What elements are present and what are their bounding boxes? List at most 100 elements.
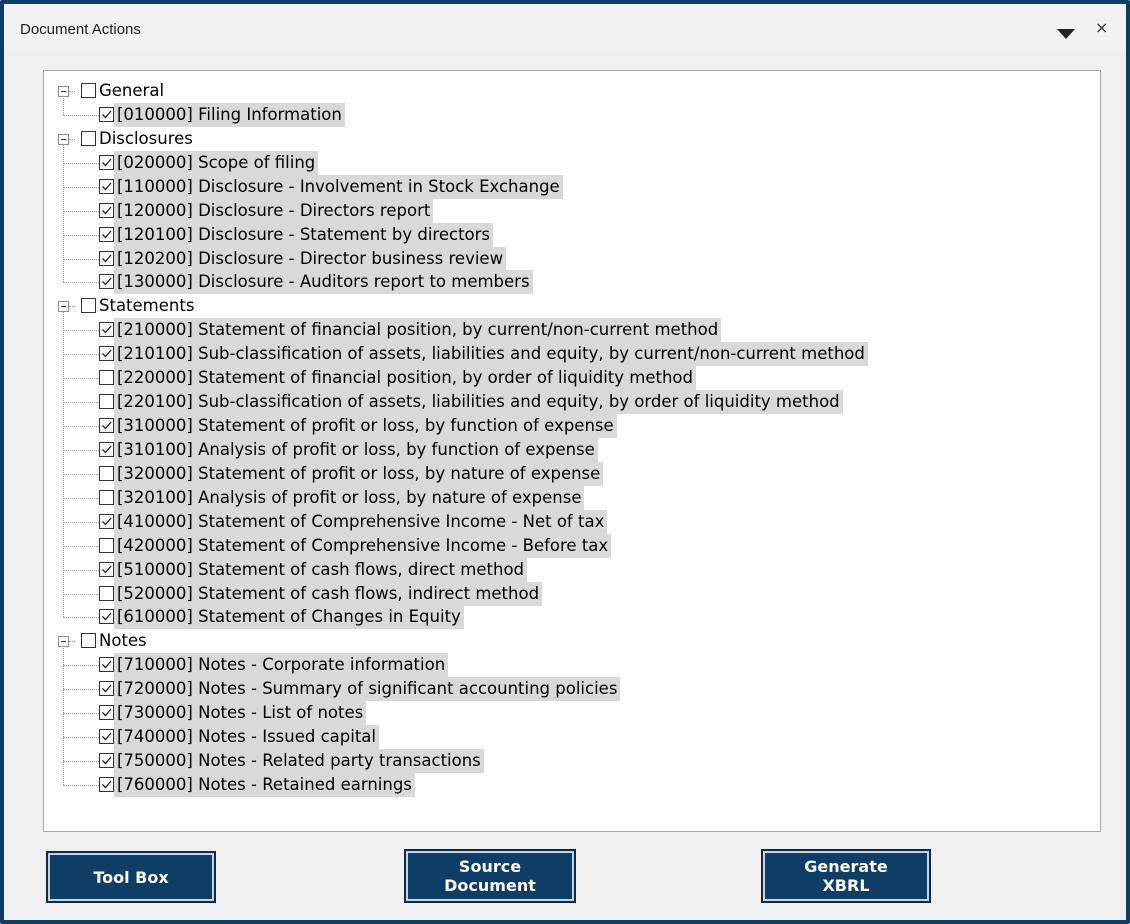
generate-xbrl-button[interactable]: Generate XBRL (761, 849, 931, 903)
group-checkbox[interactable] (81, 633, 96, 649)
tree-connector (63, 210, 99, 212)
tree-connector (63, 449, 99, 451)
document-actions-pane: Document Actions × General [010000] Filin… (0, 0, 1130, 924)
item-label[interactable]: [220000] Statement of financial position… (114, 366, 697, 391)
group-label[interactable]: General (96, 79, 167, 103)
item-checkbox[interactable] (99, 489, 114, 505)
tree-item: [310100] Analysis of profit or loss, by … (44, 437, 1100, 462)
checkmark-icon (102, 158, 112, 167)
item-label[interactable]: [760000] Notes - Retained earnings (114, 772, 415, 797)
checkmark-icon (102, 254, 112, 262)
group-label[interactable]: Disclosures (96, 127, 196, 151)
item-label[interactable]: [130000] Disclosure - Auditors report to… (114, 270, 533, 295)
item-label[interactable]: [410000] Statement of Comprehensive Inco… (114, 509, 608, 534)
title-bar: Document Actions × (4, 4, 1126, 50)
item-label[interactable]: [750000] Notes - Related party transacti… (114, 749, 484, 774)
tree-connector (63, 402, 99, 404)
item-checkbox[interactable] (99, 274, 114, 290)
group-checkbox[interactable] (81, 298, 96, 314)
item-checkbox[interactable] (99, 394, 114, 410)
item-label[interactable]: [120100] Disclosure - Statement by direc… (114, 222, 494, 247)
item-label[interactable]: [120200] Disclosure - Director business … (114, 246, 507, 271)
item-label[interactable]: [210100] Sub-classification of assets, l… (114, 342, 868, 367)
item-checkbox[interactable] (99, 154, 114, 170)
item-checkbox[interactable] (99, 513, 114, 529)
tree-item: [220100] Sub-classification of assets, l… (44, 390, 1100, 415)
close-icon[interactable]: × (1095, 18, 1108, 38)
item-checkbox[interactable] (99, 681, 114, 697)
item-label[interactable]: [320100] Analysis of profit or loss, by … (114, 485, 585, 510)
item-label[interactable]: [610000] Statement of Changes in Equity (114, 605, 464, 630)
tree-item: [010000] Filing Information (44, 102, 1100, 127)
item-label[interactable]: [310100] Analysis of profit or loss, by … (114, 437, 598, 462)
item-label[interactable]: [510000] Statement of cash flows, direct… (114, 557, 528, 582)
item-checkbox[interactable] (99, 537, 114, 553)
item-label[interactable]: [210000] Statement of financial position… (114, 318, 722, 343)
item-checkbox[interactable] (99, 441, 114, 457)
item-label[interactable]: [720000] Notes - Summary of significant … (114, 677, 621, 702)
group-label[interactable]: Statements (96, 294, 197, 318)
item-label[interactable]: [220100] Sub-classification of assets, l… (114, 390, 843, 415)
checkmark-icon (102, 780, 112, 789)
item-checkbox[interactable] (99, 418, 114, 434)
tree-item: [610000] Statement of Changes in Equity (44, 605, 1100, 630)
item-label[interactable]: [310000] Statement of profit or loss, by… (114, 414, 617, 439)
item-checkbox[interactable] (99, 178, 114, 194)
item-checkbox[interactable] (99, 753, 114, 769)
checkmark-icon (102, 230, 112, 239)
toolbox-button-label: Tool Box (93, 867, 169, 887)
tree-connector (63, 521, 99, 523)
tree-item: [760000] Notes - Retained earnings (44, 772, 1100, 797)
item-label[interactable]: [710000] Notes - Corporate information (114, 653, 449, 678)
item-label[interactable]: [020000] Scope of filing (114, 150, 319, 175)
item-checkbox[interactable] (99, 465, 114, 481)
item-checkbox[interactable] (99, 609, 114, 625)
item-checkbox[interactable] (99, 370, 114, 386)
dropdown-triangle-icon[interactable] (1057, 29, 1075, 39)
item-label[interactable]: [520000] Statement of cash flows, indire… (114, 581, 543, 606)
toolbox-button[interactable]: Tool Box (46, 851, 216, 903)
source-document-button-label: Source Document (444, 857, 536, 895)
item-label[interactable]: [740000] Notes - Issued capital (114, 725, 379, 750)
tree-item: [730000] Notes - List of notes (44, 701, 1100, 726)
item-checkbox[interactable] (99, 561, 114, 577)
tree-connector (63, 593, 99, 595)
source-document-button[interactable]: Source Document (404, 849, 576, 903)
tree-connector (63, 354, 99, 356)
group-checkbox[interactable] (81, 83, 96, 98)
tree-item: [020000] Scope of filing (44, 150, 1100, 175)
tree-item: [120000] Disclosure - Directors report (44, 198, 1100, 223)
item-label[interactable]: [730000] Notes - List of notes (114, 701, 367, 726)
item-checkbox[interactable] (99, 226, 114, 242)
item-label[interactable]: [420000] Statement of Comprehensive Inco… (114, 533, 612, 558)
item-checkbox[interactable] (99, 346, 114, 362)
item-checkbox[interactable] (99, 657, 114, 673)
group-label[interactable]: Notes (96, 629, 150, 653)
item-checkbox[interactable] (99, 106, 114, 122)
section-tree: General [010000] Filing Information Disclo… (43, 70, 1101, 832)
item-label[interactable]: [320000] Statement of profit or loss, by… (114, 461, 604, 486)
tree-connector (69, 91, 75, 92)
tree-connector (63, 497, 99, 499)
item-checkbox[interactable] (99, 776, 114, 792)
group-checkbox[interactable] (81, 130, 96, 146)
tree-item: [520000] Statement of cash flows, indire… (44, 581, 1100, 606)
item-label[interactable]: [110000] Disclosure - Involvement in Sto… (114, 174, 563, 199)
item-label[interactable]: [120000] Disclosure - Directors report (114, 198, 434, 223)
item-checkbox[interactable] (99, 250, 114, 266)
tree-item: [110000] Disclosure - Involvement in Sto… (44, 174, 1100, 199)
item-checkbox[interactable] (99, 585, 114, 601)
tree-item: [710000] Notes - Corporate information (44, 653, 1100, 678)
item-checkbox[interactable] (99, 322, 114, 338)
item-label[interactable]: [010000] Filing Information (114, 102, 345, 127)
item-checkbox[interactable] (99, 202, 114, 218)
tree-connector (63, 784, 99, 786)
tree-group: General (44, 79, 1100, 103)
tree-group: Disclosures (44, 127, 1100, 151)
tree-item: [510000] Statement of cash flows, direct… (44, 557, 1100, 582)
checkmark-icon (102, 708, 112, 717)
tree-connector (63, 569, 99, 571)
checkmark-icon (102, 517, 112, 526)
item-checkbox[interactable] (99, 705, 114, 721)
item-checkbox[interactable] (99, 729, 114, 745)
